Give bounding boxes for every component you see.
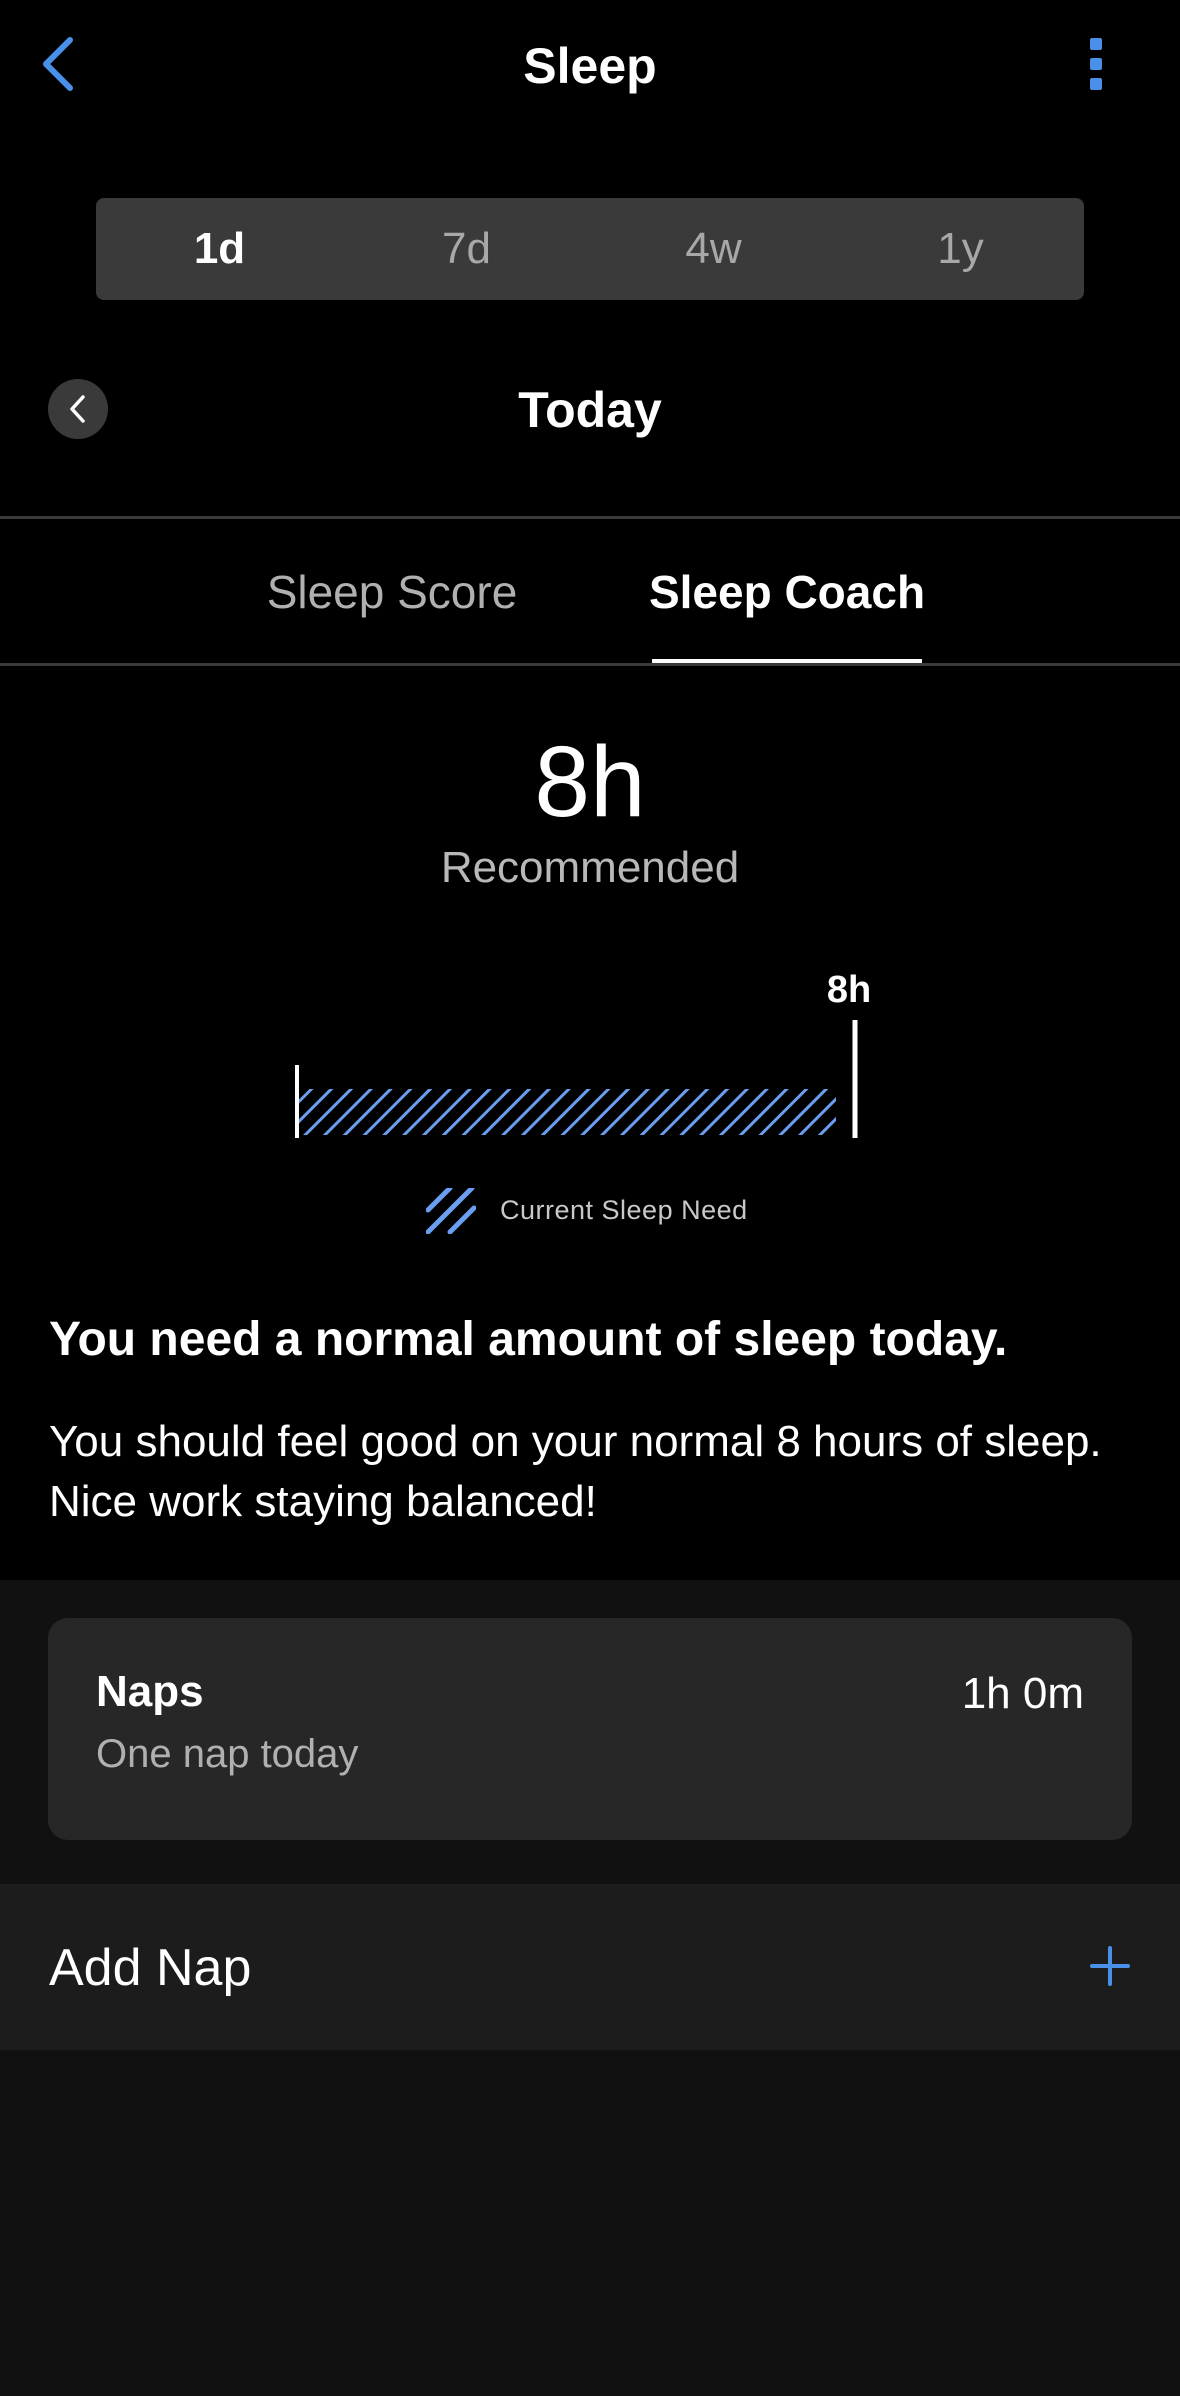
vertical-dots-icon bbox=[1090, 38, 1102, 90]
recommended-marker-label: 8h bbox=[827, 969, 871, 1011]
page-title: Sleep bbox=[523, 38, 657, 94]
more-options-button[interactable] bbox=[1066, 30, 1126, 98]
plus-icon bbox=[1080, 1936, 1140, 1996]
recommended-hours: 8h bbox=[534, 726, 646, 838]
recommended-caption: Recommended bbox=[440, 843, 740, 892]
divider bbox=[0, 516, 1180, 519]
naps-title: Naps bbox=[96, 1667, 204, 1716]
legend-label: Current Sleep Need bbox=[500, 1195, 748, 1225]
naps-duration: 1h 0m bbox=[961, 1669, 1084, 1718]
sleep-need-chart: 8h bbox=[295, 969, 871, 1138]
range-tab-1y[interactable]: 1y bbox=[837, 198, 1084, 300]
add-nap-button[interactable]: Add Nap bbox=[0, 1884, 1180, 2050]
range-tab-4w[interactable]: 4w bbox=[590, 198, 837, 300]
range-tab-1d[interactable]: 1d bbox=[96, 198, 343, 300]
tab-sleep-coach[interactable]: Sleep Coach bbox=[642, 560, 932, 624]
current-sleep-need-bar bbox=[298, 1089, 836, 1135]
sleep-need-description: You should feel good on your normal 8 ho… bbox=[49, 1417, 1102, 1526]
sleep-need-headline: You need a normal amount of sleep today. bbox=[49, 1313, 1008, 1366]
date-label: Today bbox=[518, 382, 662, 438]
tab-sleep-score[interactable]: Sleep Score bbox=[252, 560, 532, 624]
range-tab-7d[interactable]: 7d bbox=[343, 198, 590, 300]
divider bbox=[0, 663, 1180, 666]
hatch-legend-icon bbox=[426, 1188, 476, 1234]
naps-subtitle: One nap today bbox=[96, 1732, 359, 1776]
range-selector: 1d 7d 4w 1y bbox=[96, 198, 1084, 300]
naps-card[interactable]: Naps One nap today 1h 0m bbox=[48, 1618, 1132, 1840]
add-nap-label: Add Nap bbox=[49, 1939, 252, 1997]
